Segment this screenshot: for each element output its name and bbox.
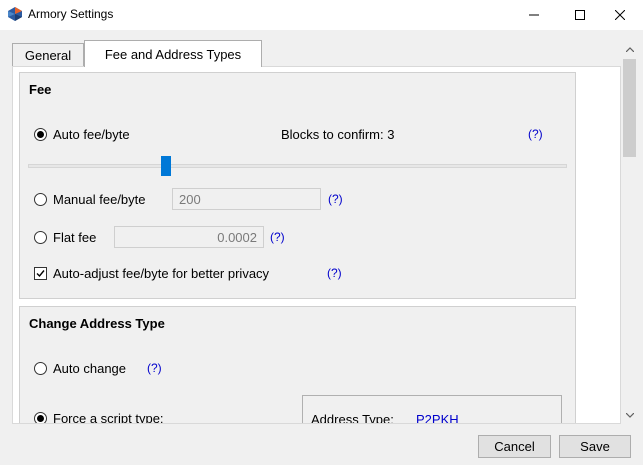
privacy-checkbox[interactable] — [34, 267, 47, 280]
privacy-label[interactable]: Auto-adjust fee/byte for better privacy — [53, 266, 269, 281]
tab-fee-and-address-types[interactable]: Fee and Address Types — [84, 40, 262, 67]
scroll-thumb[interactable] — [623, 59, 636, 157]
blocks-slider-track[interactable] — [28, 164, 567, 168]
manual-fee-label[interactable]: Manual fee/byte — [53, 192, 146, 207]
vertical-scrollbar[interactable] — [621, 41, 638, 424]
manual-fee-radio[interactable] — [34, 193, 47, 206]
auto-change-label[interactable]: Auto change — [53, 361, 126, 376]
close-icon — [615, 10, 625, 20]
auto-change-radio[interactable] — [34, 362, 47, 375]
settings-scroll-area[interactable]: Fee Auto fee/byte Blocks to confirm: 3 (… — [12, 66, 621, 424]
change-address-group-title: Change Address Type — [29, 316, 165, 331]
address-type-box: Address Type: P2PKH — [302, 395, 562, 424]
checkmark-icon — [36, 270, 45, 278]
auto-fee-label[interactable]: Auto fee/byte — [53, 127, 130, 142]
minimize-icon — [529, 14, 539, 16]
change-address-group: Change Address Type Auto change (?) Forc… — [19, 306, 576, 424]
chevron-up-icon — [625, 47, 634, 52]
save-button[interactable]: Save — [559, 435, 631, 458]
cancel-button[interactable]: Cancel — [478, 435, 551, 458]
manual-fee-help-link[interactable]: (?) — [328, 192, 343, 206]
blocks-to-confirm-label: Blocks to confirm: 3 — [281, 127, 395, 142]
auto-change-help-link[interactable]: (?) — [147, 361, 162, 375]
window-title: Armory Settings — [28, 7, 114, 21]
fee-group-title: Fee — [29, 82, 52, 97]
auto-fee-help-link[interactable]: (?) — [528, 127, 543, 141]
address-type-value[interactable]: P2PKH — [416, 412, 459, 423]
flat-fee-label[interactable]: Flat fee — [53, 230, 96, 245]
blocks-slider-thumb[interactable] — [161, 156, 171, 176]
force-script-radio[interactable] — [34, 412, 47, 423]
force-script-label[interactable]: Force a script type: — [53, 411, 164, 423]
flat-fee-radio[interactable] — [34, 231, 47, 244]
flat-fee-help-link[interactable]: (?) — [270, 230, 285, 244]
close-button[interactable] — [597, 0, 643, 30]
scroll-down-button[interactable] — [621, 407, 638, 424]
privacy-help-link[interactable]: (?) — [327, 266, 342, 280]
chevron-down-icon — [625, 413, 634, 418]
address-type-label: Address Type: — [311, 412, 394, 424]
scroll-up-button[interactable] — [621, 41, 638, 58]
tab-label: General — [24, 47, 72, 63]
maximize-icon — [575, 10, 585, 20]
tab-label: Fee and Address Types — [104, 46, 242, 62]
title-bar: Armory Settings — [0, 0, 643, 30]
armory-logo-icon — [8, 7, 22, 21]
minimize-button[interactable] — [511, 0, 557, 30]
auto-fee-radio[interactable] — [34, 128, 47, 141]
manual-fee-input[interactable]: 200 — [172, 188, 321, 210]
fee-group: Fee Auto fee/byte Blocks to confirm: 3 (… — [19, 72, 576, 299]
tab-general[interactable]: General — [12, 43, 84, 66]
flat-fee-input[interactable]: 0.0002 — [114, 226, 264, 248]
